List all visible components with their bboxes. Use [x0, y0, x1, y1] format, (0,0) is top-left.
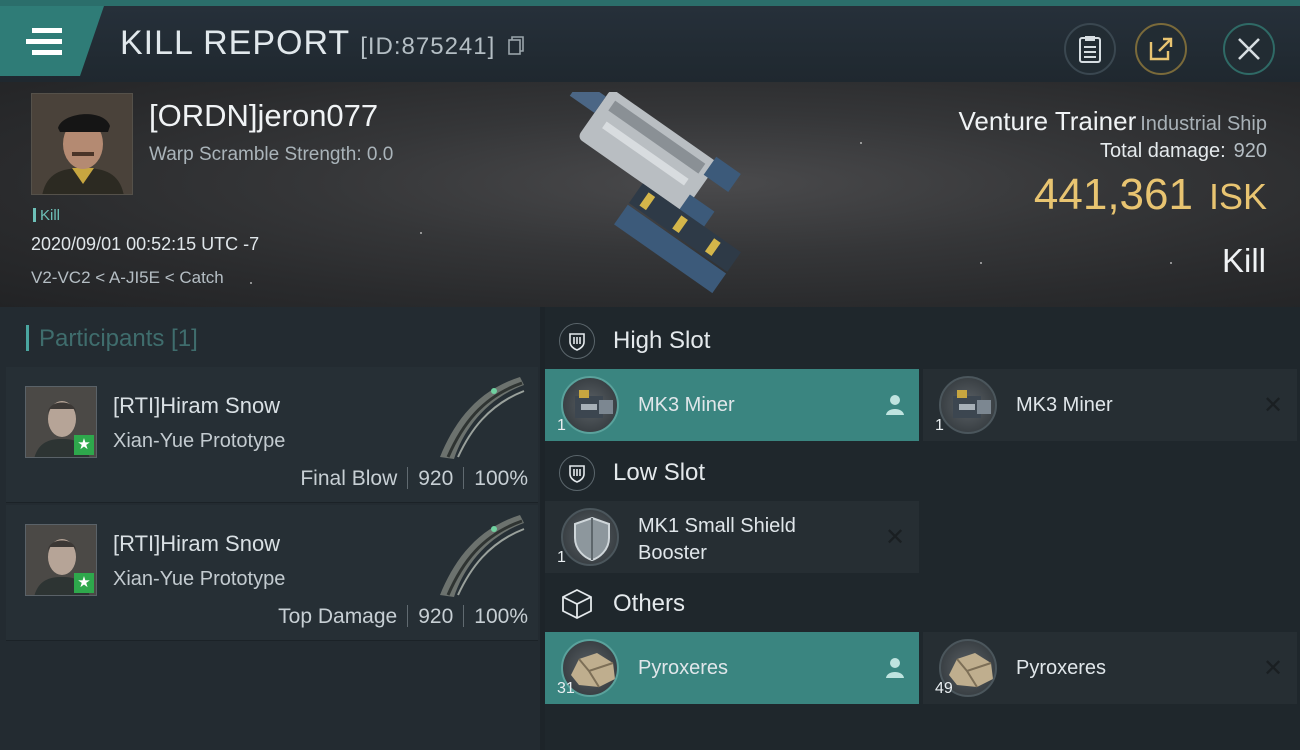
participant-stats: Top Damage 920 100% [278, 605, 528, 629]
fitting-panel: High Slot 1 MK3 Miner 1 MK3 Miner ✕ Low … [545, 307, 1300, 750]
item-name-line1: MK1 Small Shield [638, 515, 796, 537]
ship-render-icon [569, 92, 742, 294]
ship-name-line: Venture Trainer Industrial Ship [958, 106, 1267, 137]
participant-ship: Xian-Yue Prototype [113, 430, 286, 452]
shield-booster-icon [561, 508, 619, 566]
participant-row[interactable]: ★ [RTI]Hiram Snow Xian-Yue Prototype Top… [6, 505, 538, 641]
participant-percent: 100% [474, 605, 528, 628]
ship-class: Industrial Ship [1140, 113, 1267, 135]
title-text: KILL REPORT [120, 24, 351, 62]
dropped-person-icon [883, 393, 907, 417]
participant-avatar[interactable]: ★ [25, 524, 97, 596]
module-item[interactable]: 1 MK1 Small Shield Booster ✕ [545, 501, 919, 573]
title-bar: KILL REPORT [ID:875241] [0, 0, 1300, 82]
weapon-icon [440, 377, 525, 459]
high-slot-label: High Slot [613, 327, 711, 354]
clipboard-button[interactable] [1064, 23, 1116, 75]
item-quantity: 1 [557, 417, 566, 434]
item-name: MK3 Miner [1016, 394, 1113, 416]
item-name-line2: Booster [638, 542, 707, 564]
menu-button[interactable] [0, 6, 104, 82]
hamburger-menu-icon [0, 6, 104, 76]
destroyed-x-icon: ✕ [1262, 654, 1284, 682]
low-slot-label: Low Slot [613, 459, 706, 486]
isk-value: 441,361 [1033, 170, 1193, 219]
destroyed-x-icon: ✕ [1262, 391, 1284, 419]
cargo-item[interactable]: 49 Pyroxeres ✕ [923, 632, 1297, 704]
participant-avatar[interactable]: ★ [25, 386, 97, 458]
item-name: MK1 Small Shield Booster [638, 513, 796, 567]
kill-tag: Kill [33, 207, 60, 224]
close-button[interactable] [1223, 23, 1275, 75]
victim-name: [ORDN]jeron077 [149, 98, 379, 133]
warp-scramble-strength: Warp Scramble Strength: 0.0 [149, 144, 394, 165]
cargo-item[interactable]: 31 Pyroxeres [545, 632, 919, 704]
item-quantity: 1 [935, 417, 944, 434]
participant-damage: 920 [418, 605, 454, 628]
kill-banner: [ORDN]jeron077 Warp Scramble Strength: 0… [0, 82, 1300, 307]
miner-module-icon [561, 376, 619, 434]
participant-star-icon: ★ [74, 435, 94, 455]
item-quantity: 1 [557, 549, 566, 566]
total-damage-value: 920 [1233, 140, 1267, 162]
close-icon [1238, 38, 1260, 60]
participant-stats: Final Blow 920 100% [300, 467, 528, 491]
share-icon [1149, 37, 1173, 61]
participant-role: Top Damage [278, 605, 398, 628]
destroyed-x-icon: ✕ [884, 523, 906, 551]
participant-star-icon: ★ [74, 573, 94, 593]
participant-name: [RTI]Hiram Snow [113, 531, 281, 556]
page-title: KILL REPORT [ID:875241] [120, 24, 524, 63]
isk-unit: ISK [1208, 176, 1267, 217]
ship-name: Venture Trainer [958, 106, 1137, 136]
low-slot-header: Low Slot [559, 448, 705, 498]
victim-portrait[interactable] [31, 93, 133, 195]
participant-ship: Xian-Yue Prototype [113, 568, 286, 590]
total-damage-label: Total damage: [1099, 140, 1226, 162]
clipboard-icon [1079, 36, 1101, 63]
item-name: MK3 Miner [638, 394, 735, 416]
isk-value-line: 441,361 ISK [1034, 170, 1267, 220]
participants-panel: Participants [1] ★ [RTI]Hiram Snow Xian-… [0, 307, 540, 750]
kill-route: V2-VC2 < A-JI5E < Catch [31, 268, 224, 287]
others-header: Others [559, 579, 685, 629]
high-slot-header: High Slot [559, 316, 710, 366]
victim-avatar-icon [32, 94, 132, 194]
kill-result: Kill [1221, 242, 1266, 279]
participant-damage: 920 [418, 467, 454, 490]
participant-percent: 100% [474, 467, 528, 490]
report-id: [ID:875241] [360, 33, 496, 60]
low-slot-icon [559, 455, 595, 491]
module-item[interactable]: 1 MK3 Miner ✕ [923, 369, 1297, 441]
participant-name: [RTI]Hiram Snow [113, 393, 281, 418]
others-label: Others [613, 590, 686, 617]
high-slot-icon [559, 323, 595, 359]
kill-datetime: 2020/09/01 00:52:15 UTC -7 [31, 234, 260, 254]
share-button[interactable] [1135, 23, 1187, 75]
miner-module-icon [939, 376, 997, 434]
module-item[interactable]: 1 MK3 Miner [545, 369, 919, 441]
weapon-icon [440, 515, 525, 597]
total-damage: Total damage: 920 [1100, 140, 1267, 163]
participant-row[interactable]: ★ [RTI]Hiram Snow Xian-Yue Prototype Fin… [6, 367, 538, 503]
dropped-person-icon [883, 656, 907, 680]
participant-role: Final Blow [300, 467, 398, 490]
item-quantity: 31 [557, 680, 575, 697]
copy-icon[interactable] [507, 36, 524, 56]
item-name: Pyroxeres [1016, 657, 1107, 679]
item-name: Pyroxeres [638, 657, 729, 679]
participants-header: Participants [1] [26, 325, 198, 353]
item-quantity: 49 [935, 680, 953, 697]
cube-icon [559, 586, 595, 622]
